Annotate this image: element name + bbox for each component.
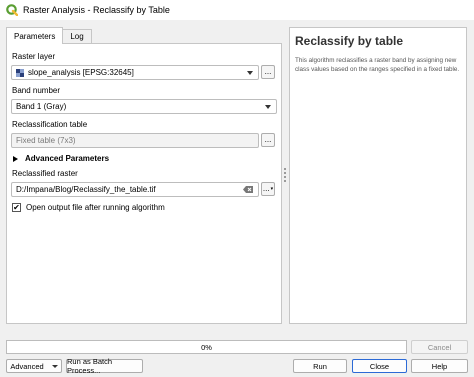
band-number-value: Band 1 (Gray) <box>16 102 67 111</box>
band-number-label: Band number <box>12 86 61 95</box>
raster-layer-value: slope_analysis [EPSG:32645] <box>28 68 134 77</box>
batch-process-button[interactable]: Run as Batch Process... <box>66 357 143 375</box>
help-button[interactable]: Help <box>411 359 468 373</box>
title-bar: Raster Analysis - Reclassify by Table <box>0 0 474 20</box>
open-output-checkbox[interactable]: ✔ <box>12 203 21 212</box>
progress-text: 0% <box>201 342 212 352</box>
reclass-table-edit-button[interactable]: ... <box>261 133 275 147</box>
run-button[interactable]: Run <box>293 359 347 373</box>
chevron-down-icon[interactable] <box>247 71 253 75</box>
parameters-panel: Raster layer slope_analysis [EPSG:32645]… <box>6 43 282 324</box>
close-button[interactable]: Close <box>352 359 407 373</box>
band-number-select[interactable]: Band 1 (Gray) <box>11 99 277 114</box>
help-description: This algorithm reclassifies a raster ban… <box>295 57 460 73</box>
chevron-down-icon[interactable] <box>265 105 271 109</box>
tab-parameters[interactable]: Parameters <box>6 27 64 44</box>
raster-layer-browse-button[interactable]: ... <box>261 65 275 79</box>
advanced-parameters-toggle[interactable]: Advanced Parameters <box>13 154 109 163</box>
chevron-down-icon: ▾ <box>270 185 274 192</box>
progress-bar: 0% <box>6 340 407 354</box>
help-title: Reclassify by table <box>295 34 404 48</box>
open-output-label: Open output file after running algorithm <box>26 203 165 212</box>
tab-bar: Parameters Log <box>6 27 92 44</box>
raster-layer-label: Raster layer <box>12 52 56 61</box>
reclassified-raster-label: Reclassified raster <box>12 169 78 178</box>
raster-layer-select[interactable]: slope_analysis [EPSG:32645] <box>11 65 259 80</box>
window-title: Raster Analysis - Reclassify by Table <box>23 5 170 15</box>
output-path-value: D:/Impana/Blog/Reclassify_the_table.tif <box>16 185 156 194</box>
open-output-checkbox-row[interactable]: ✔ Open output file after running algorit… <box>12 203 165 212</box>
reclass-table-value: Fixed table (7x3) <box>16 136 76 145</box>
tab-log[interactable]: Log <box>63 29 92 43</box>
advanced-parameters-label: Advanced Parameters <box>25 154 110 163</box>
cancel-button[interactable]: Cancel <box>411 340 468 354</box>
advanced-label: Advanced <box>10 361 44 371</box>
output-browse-label: ... <box>262 184 270 193</box>
advanced-button[interactable]: Advanced <box>6 359 62 373</box>
raster-layer-icon <box>16 68 24 77</box>
panel-splitter[interactable] <box>284 168 286 184</box>
output-browse-button[interactable]: ... ▾ <box>261 182 275 196</box>
output-path-input[interactable]: D:/Impana/Blog/Reclassify_the_table.tif <box>11 182 259 197</box>
reclass-table-label: Reclassification table <box>12 120 88 129</box>
reclass-table-field[interactable]: Fixed table (7x3) <box>11 133 259 148</box>
clear-icon[interactable] <box>243 186 253 193</box>
qgis-logo-icon <box>6 4 18 16</box>
chevron-down-icon <box>51 364 58 368</box>
expand-arrow-icon <box>13 155 18 162</box>
help-panel: Reclassify by table This algorithm recla… <box>289 27 467 324</box>
